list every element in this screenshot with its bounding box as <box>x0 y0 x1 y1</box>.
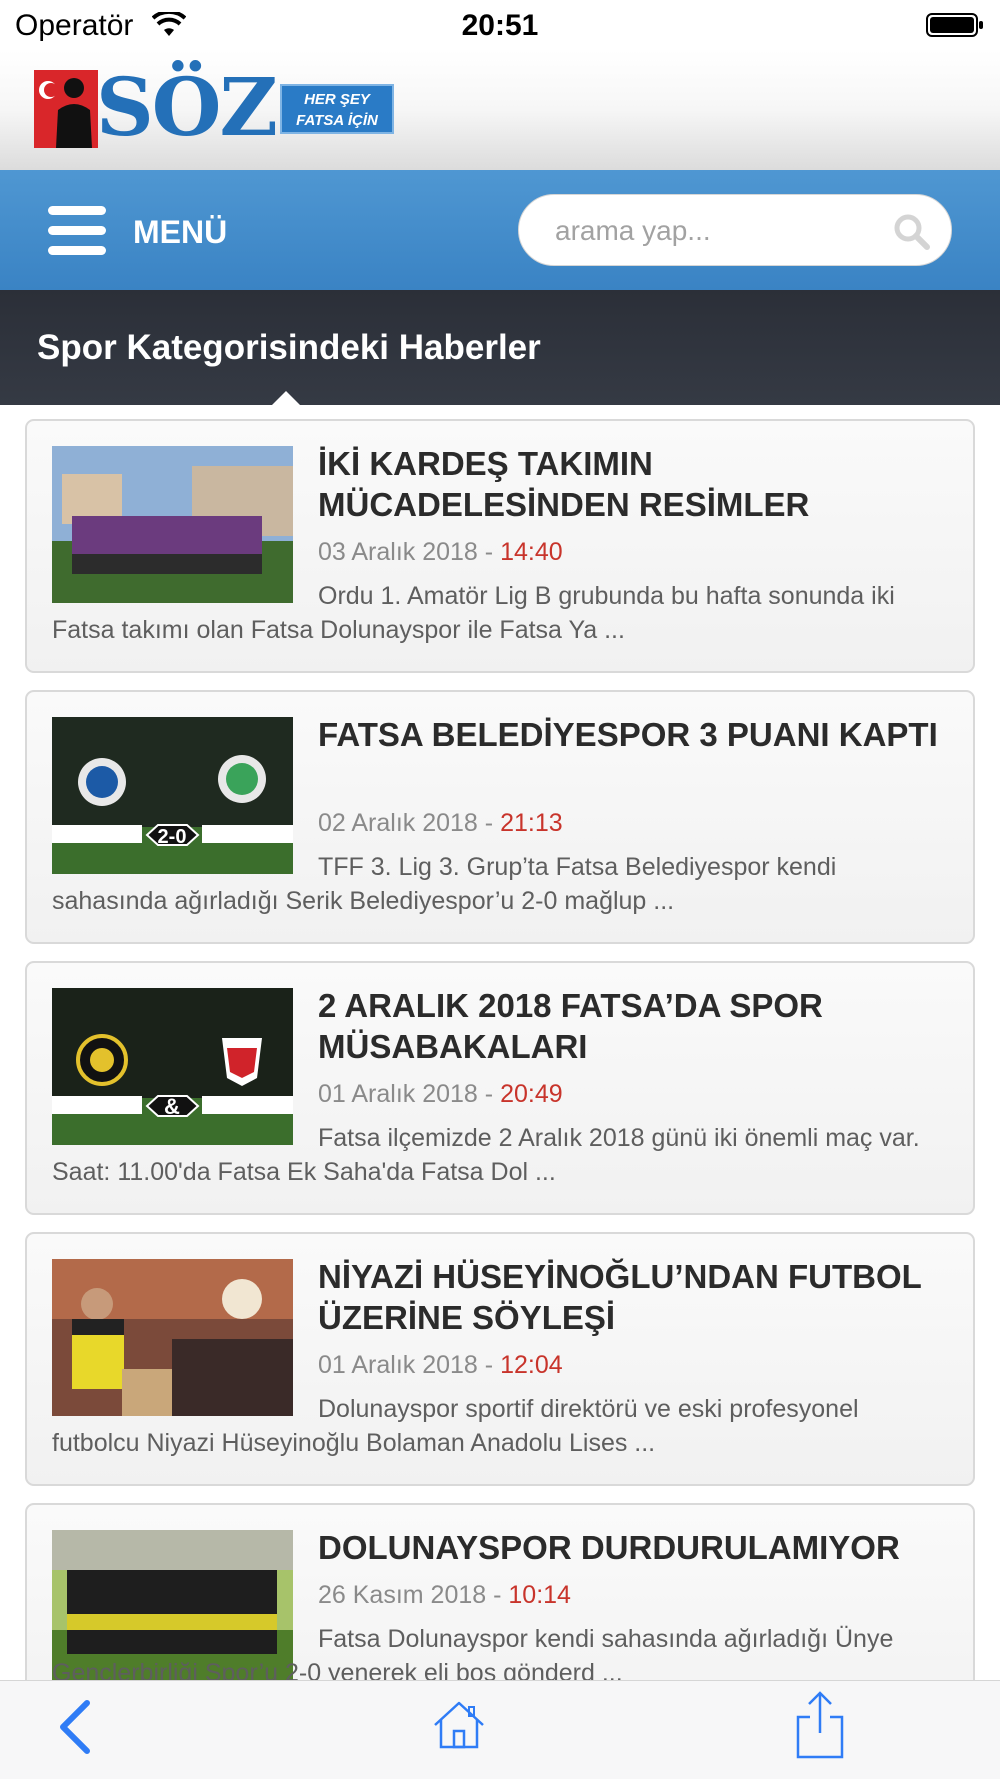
news-card[interactable]: NİYAZİ HÜSEYİNOĞLU’NDAN FUTBOL ÜZERİNE S… <box>25 1232 975 1486</box>
news-card[interactable]: İKİ KARDEŞ TAKIMIN MÜCADELESİNDEN RESİML… <box>25 419 975 673</box>
news-date: 02 Aralık 2018 - 21:13 <box>318 809 563 837</box>
search-icon[interactable] <box>891 211 931 251</box>
bottom-toolbar <box>0 1680 1000 1779</box>
status-bar: Operatör 20:51 <box>0 0 1000 50</box>
search-input[interactable] <box>553 209 877 253</box>
status-clock: 20:51 <box>461 9 539 42</box>
home-icon[interactable] <box>433 1701 485 1749</box>
news-title[interactable]: FATSA BELEDİYESPOR 3 PUANI KAPTI <box>318 714 953 755</box>
news-title[interactable]: DOLUNAYSPOR DURDURULAMIYOR <box>318 1527 953 1568</box>
news-title[interactable]: 2 ARALIK 2018 FATSA’DA SPOR MÜSABAKALARI <box>318 985 953 1067</box>
news-card[interactable]: 2-0 FATSA BELEDİYESPOR 3 PUANI KAPTI 02 … <box>25 690 975 944</box>
chevron-left-icon[interactable] <box>55 1699 95 1755</box>
news-date: 03 Aralık 2018 - 14:40 <box>318 538 563 566</box>
news-date: 01 Aralık 2018 - 20:49 <box>318 1080 563 1108</box>
news-excerpt: Fatsa ilçemizde 2 Aralık 2018 günü iki ö… <box>52 1124 920 1186</box>
section-title: Spor Kategorisindeki Haberler <box>37 328 541 367</box>
menu-button[interactable]: MENÜ <box>48 206 238 256</box>
caret-up-icon <box>272 391 300 405</box>
news-time: 21:13 <box>500 809 563 837</box>
news-title[interactable]: NİYAZİ HÜSEYİNOĞLU’NDAN FUTBOL ÜZERİNE S… <box>318 1256 953 1338</box>
section-title-bar: Spor Kategorisindeki Haberler <box>0 290 1000 405</box>
share-icon[interactable] <box>796 1691 844 1759</box>
battery-icon <box>926 13 983 37</box>
news-excerpt: Ordu 1. Amatör Lig B grubunda bu hafta s… <box>52 582 895 644</box>
news-list[interactable]: İKİ KARDEŞ TAKIMIN MÜCADELESİNDEN RESİML… <box>0 405 1000 1680</box>
logo-flag-portrait <box>34 70 98 148</box>
news-card[interactable]: & 2 ARALIK 2018 FATSA’DA SPOR MÜSABAKALA… <box>25 961 975 1215</box>
logo-tagline: HER ŞEY FATSA İÇİN <box>280 84 394 134</box>
news-date: 01 Aralık 2018 - 12:04 <box>318 1351 563 1379</box>
hamburger-icon <box>48 206 106 256</box>
menu-label: MENÜ <box>133 214 228 250</box>
logo-text: SÖZ <box>96 60 278 154</box>
news-excerpt: TFF 3. Lig 3. Grup’ta Fatsa Belediyespor… <box>52 853 837 915</box>
news-title[interactable]: İKİ KARDEŞ TAKIMIN MÜCADELESİNDEN RESİML… <box>318 443 953 525</box>
news-date: 26 Kasım 2018 - 10:14 <box>318 1581 571 1609</box>
news-time: 20:49 <box>500 1080 563 1108</box>
search-box <box>518 194 952 266</box>
news-card[interactable]: DOLUNAYSPOR DURDURULAMIYOR 26 Kasım 2018… <box>25 1503 975 1680</box>
site-logo[interactable]: SÖZ HER ŞEY FATSA İÇİN <box>34 62 396 152</box>
thumb-score-text: 2-0 <box>158 826 187 848</box>
news-time: 12:04 <box>500 1351 563 1379</box>
news-time: 14:40 <box>500 538 563 566</box>
thumb-amp-text: & <box>164 1094 180 1119</box>
news-time: 10:14 <box>508 1581 571 1609</box>
news-excerpt: Dolunayspor sportif direktörü ve eski pr… <box>52 1395 859 1457</box>
site-header: SÖZ HER ŞEY FATSA İÇİN <box>0 50 1000 170</box>
news-excerpt: Fatsa Dolunayspor kendi sahasında ağırla… <box>52 1625 894 1680</box>
nav-bar: MENÜ <box>0 170 1000 290</box>
